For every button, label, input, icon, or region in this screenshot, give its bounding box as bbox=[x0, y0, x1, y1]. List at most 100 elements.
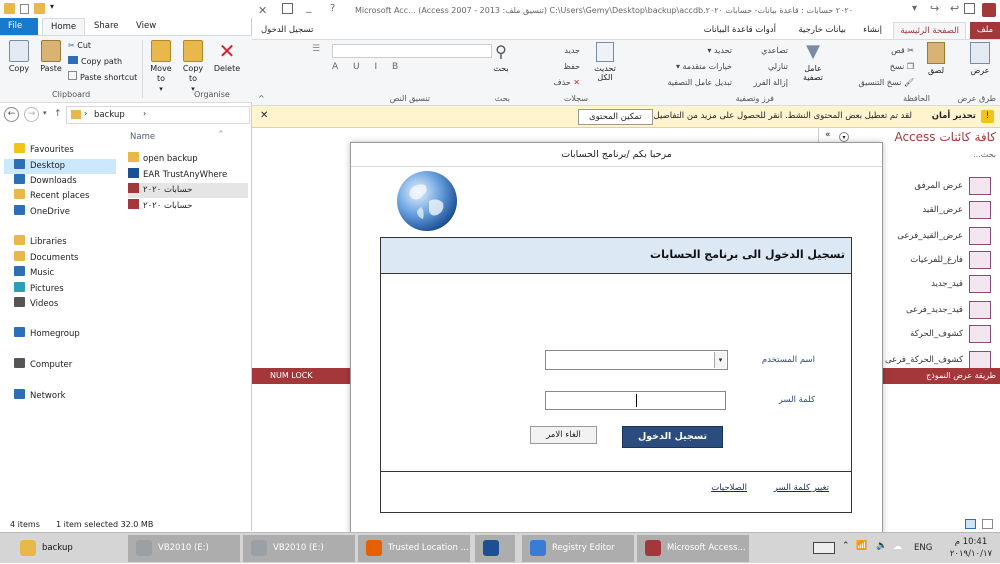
move-to-button[interactable]: Move to ▾ bbox=[146, 40, 176, 94]
save-record-button[interactable]: حفظ bbox=[563, 60, 580, 73]
enable-content-button[interactable]: تمكين المحتوى bbox=[578, 109, 653, 125]
nav-item-favourites[interactable]: Favourites bbox=[14, 143, 74, 158]
show-hidden-icons-icon[interactable]: ⌃ bbox=[842, 541, 850, 551]
navpane-search[interactable]: بحث... bbox=[973, 150, 996, 159]
save-icon[interactable] bbox=[964, 3, 975, 14]
nav-item-pictures[interactable]: Pictures bbox=[14, 282, 64, 297]
filter-button[interactable]: ▼ عامل تصفية bbox=[796, 42, 830, 83]
tab-database-tools[interactable]: أدوات قاعدة البيانات bbox=[698, 22, 782, 39]
address-input[interactable]: › backup › bbox=[66, 106, 250, 124]
taskbar-item[interactable]: Registry Editor bbox=[522, 535, 634, 562]
nav-item-homegroup[interactable]: Homegroup bbox=[14, 327, 80, 342]
file-row[interactable]: حسابات ٢٠٢٠ bbox=[128, 198, 248, 214]
network-icon[interactable]: 📶 bbox=[856, 541, 867, 551]
close-icon[interactable]: ✕ bbox=[260, 110, 268, 121]
text-format-buttons[interactable]: A U I B bbox=[332, 62, 492, 76]
volume-icon[interactable]: 🔈 bbox=[876, 541, 887, 551]
taskbar-item[interactable]: Trusted Location ... bbox=[358, 535, 470, 562]
tab-file[interactable]: File bbox=[0, 18, 38, 35]
breadcrumb-separator-icon[interactable]: › bbox=[143, 109, 146, 118]
taskbar-item[interactable]: backup bbox=[12, 535, 124, 562]
nav-item-onedrive[interactable]: OneDrive bbox=[14, 205, 70, 220]
file-row[interactable]: open backup bbox=[128, 152, 248, 167]
tab-home[interactable]: Home bbox=[42, 18, 86, 35]
back-arrow-icon[interactable]: ← bbox=[4, 107, 19, 122]
login-button[interactable]: تسجيل الدخول bbox=[622, 426, 723, 448]
new-folder-icon[interactable] bbox=[34, 3, 45, 14]
change-password-link[interactable]: تغيير كلمة السر bbox=[774, 483, 829, 493]
forward-arrow-icon[interactable]: → bbox=[24, 107, 39, 122]
large-icons-view-icon[interactable] bbox=[982, 519, 993, 529]
taskbar-item[interactable]: VB2010 (E:) bbox=[243, 535, 355, 562]
properties-icon[interactable] bbox=[20, 4, 29, 14]
nav-item-computer[interactable]: Computer bbox=[14, 358, 72, 373]
selection-button[interactable]: تحديد ▾ bbox=[707, 44, 732, 57]
language-indicator[interactable]: ENG bbox=[914, 543, 932, 553]
refresh-all-button[interactable]: تحديث الكل bbox=[590, 42, 620, 82]
nav-item-downloads[interactable]: Downloads bbox=[14, 174, 77, 189]
tab-create[interactable]: إنشاء bbox=[857, 22, 888, 39]
cut-button[interactable]: ✂ Cut bbox=[68, 39, 91, 53]
toggle-filter-button[interactable]: تبديل عامل التصفية bbox=[667, 76, 732, 89]
ascending-button[interactable]: تصاعدي bbox=[761, 44, 788, 57]
advanced-button[interactable]: خيارات متقدمة ▾ bbox=[676, 60, 732, 73]
paste-shortcut-button[interactable]: Paste shortcut bbox=[68, 71, 137, 85]
remove-sort-button[interactable]: إزالة الفرز bbox=[753, 76, 788, 89]
list-icon[interactable]: ☰ bbox=[312, 44, 330, 58]
copy-button[interactable]: ❐ نسخ bbox=[890, 60, 914, 73]
copy-path-button[interactable]: Copy path bbox=[68, 55, 122, 69]
tab-share[interactable]: Share bbox=[86, 18, 127, 35]
customize-toolbar-icon[interactable]: ▾ bbox=[912, 3, 917, 14]
copy-to-button[interactable]: Copy to ▾ bbox=[178, 40, 208, 94]
delete-record-button[interactable]: ✕ حذف bbox=[553, 76, 580, 89]
cancel-button[interactable]: الغاء الامر bbox=[530, 426, 597, 444]
minimize-icon[interactable]: _ bbox=[306, 0, 312, 13]
nav-item-music[interactable]: Music bbox=[14, 266, 54, 281]
password-input[interactable] bbox=[545, 391, 726, 410]
copy-button[interactable]: Copy bbox=[4, 40, 34, 74]
nav-item-videos[interactable]: Videos bbox=[14, 297, 58, 312]
taskbar-item[interactable]: Microsoft Access... bbox=[637, 535, 749, 562]
nav-item-recent-places[interactable]: Recent places bbox=[14, 189, 89, 204]
username-combobox[interactable]: ▾ bbox=[545, 350, 728, 370]
clock[interactable]: 10:41 م ٢٠١٩/١٠/١٧ bbox=[945, 536, 997, 560]
column-header-name[interactable]: Name bbox=[130, 132, 155, 142]
cut-button[interactable]: ✂ قص bbox=[891, 44, 914, 57]
paste-button[interactable]: لصق bbox=[922, 42, 950, 75]
file-row[interactable]: حسابات ٢٠٢٠ bbox=[128, 183, 248, 198]
collapse-ribbon-icon[interactable]: ^ bbox=[258, 94, 265, 103]
view-button[interactable]: عرض bbox=[966, 42, 994, 75]
delete-button[interactable]: ✕ Delete bbox=[212, 40, 242, 74]
tab-view[interactable]: View bbox=[128, 18, 164, 35]
descending-button[interactable]: تنازلي bbox=[768, 60, 788, 73]
format-painter-button[interactable]: 🖌 نسخ التنسيق bbox=[859, 76, 914, 89]
tab-external-data[interactable]: بيانات خارجية bbox=[792, 22, 852, 39]
nav-item-libraries[interactable]: Libraries bbox=[14, 235, 67, 250]
up-arrow-icon[interactable]: ↑ bbox=[54, 109, 62, 119]
navpane-menu-icon[interactable]: ▾ bbox=[839, 132, 849, 142]
taskbar-item[interactable]: VB2010 (E:) bbox=[128, 535, 240, 562]
close-icon[interactable]: ✕ bbox=[258, 4, 267, 17]
redo-icon[interactable]: ↪ bbox=[930, 2, 939, 15]
nav-item-desktop[interactable]: Desktop bbox=[4, 159, 116, 174]
tab-home[interactable]: الصفحة الرئيسية bbox=[893, 22, 966, 39]
permissions-link[interactable]: الصلاحيات bbox=[711, 483, 747, 493]
chevron-down-icon[interactable]: ▾ bbox=[714, 352, 726, 368]
cloud-icon[interactable]: ☁ bbox=[893, 542, 902, 552]
new-record-button[interactable]: جديد bbox=[564, 44, 580, 57]
paste-button[interactable]: Paste bbox=[36, 40, 66, 74]
details-view-icon[interactable] bbox=[965, 519, 976, 529]
undo-icon[interactable]: ↩ bbox=[950, 2, 959, 15]
file-row[interactable]: EAR TrustAnyWhere bbox=[128, 167, 248, 183]
tab-login[interactable]: تسجيل الدخول bbox=[255, 22, 319, 39]
tab-file[interactable]: ملف bbox=[970, 22, 1000, 39]
keyboard-icon[interactable] bbox=[813, 542, 835, 554]
shutter-bar-icon[interactable]: « bbox=[825, 130, 831, 140]
help-icon[interactable]: ? bbox=[330, 3, 335, 14]
recent-locations-icon[interactable]: ▾ bbox=[43, 109, 47, 117]
nav-item-documents[interactable]: Documents bbox=[14, 251, 78, 266]
taskbar-item[interactable] bbox=[475, 535, 515, 562]
font-name-select[interactable] bbox=[332, 44, 492, 58]
maximize-icon[interactable] bbox=[282, 3, 293, 14]
customize-toolbar-icon[interactable]: ▾ bbox=[50, 2, 54, 11]
